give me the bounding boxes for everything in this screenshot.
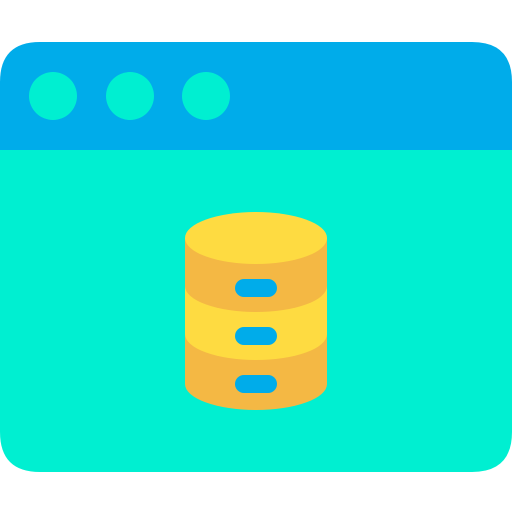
database-slot [235,279,277,297]
icon-canvas [0,42,512,472]
window-control-dot [182,72,230,120]
database-icon [185,212,327,410]
browser-database-icon [0,0,512,512]
database-top [185,212,327,264]
database-slot [235,375,277,393]
window-control-dot [29,72,77,120]
window-control-dot [106,72,154,120]
database-slot [235,327,277,345]
